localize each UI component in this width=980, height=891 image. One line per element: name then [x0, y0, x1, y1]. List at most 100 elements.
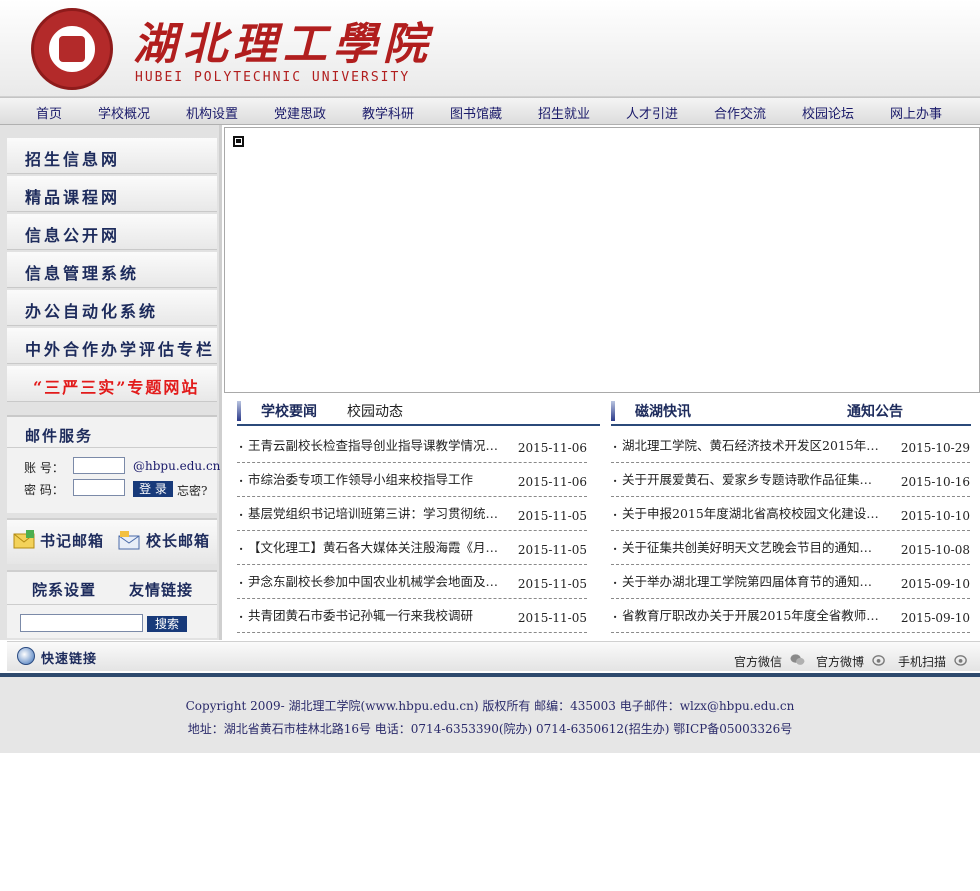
news-header: 学校要闻 校园动态 — [237, 396, 600, 426]
news-title[interactable]: 关于申报2015年度湖北省高校校园文化建设… — [622, 503, 892, 522]
news-item[interactable]: . 湖北理工学院、黄石经济技术开发区2015年… 2015-10-29 — [611, 429, 970, 463]
news-title[interactable]: 关于征集共创美好明天文艺晚会节目的通知… — [622, 537, 892, 556]
news-item[interactable]: . 关于开展爱黄石、爱家乡专题诗歌作品征集… 2015-10-16 — [611, 463, 970, 497]
tab-cihu-news[interactable]: 磁湖快讯 — [635, 401, 691, 421]
sidebar-item-label: 信息管理系统 — [25, 264, 140, 283]
weibo-icon — [872, 655, 885, 666]
official-wechat-link[interactable]: 官方微信 — [734, 653, 782, 670]
friend-links-link[interactable]: 友情链接 — [129, 579, 193, 600]
envelope-icon — [118, 531, 140, 550]
envelope-icon — [13, 530, 35, 549]
news-item[interactable]: . 共青团黄石市委书记孙辄一行来我校调研 2015-11-05 — [237, 599, 587, 633]
bullet: . — [613, 471, 618, 485]
sidebar-item-label: 办公自动化系统 — [25, 302, 159, 321]
president-mailbox-link[interactable]: 校长邮箱 — [146, 530, 210, 551]
nav-item-admissions[interactable]: 招生就业 — [538, 103, 590, 122]
header-accent — [237, 401, 241, 421]
news-item[interactable]: . 关于举办湖北理工学院第四届体育节的通知… 2015-09-10 — [611, 565, 970, 599]
news-title[interactable]: 关于开展爱黄石、爱家乡专题诗歌作品征集… — [622, 469, 892, 488]
news-title[interactable]: 王青云副校长检查指导创业指导课教学情况… — [248, 435, 518, 454]
seal-mark — [59, 36, 85, 62]
sidebar-item-courses[interactable]: 精品课程网 — [7, 176, 217, 212]
news-title[interactable]: 共青团黄石市委书记孙辄一行来我校调研 — [248, 605, 518, 624]
nav-item-teaching[interactable]: 教学科研 — [362, 103, 414, 122]
sidebar-item-three-strict[interactable]: “三严三实”专题网站 — [7, 366, 217, 402]
banner-area — [224, 127, 980, 393]
news-item[interactable]: . 王青云副校长检查指导创业指导课教学情况… 2015-11-06 — [237, 429, 587, 463]
news-header: 磁湖快讯 通知公告 — [611, 396, 971, 426]
tab-campus-news[interactable]: 校园动态 — [347, 401, 403, 421]
broken-image-icon — [233, 136, 244, 147]
news-item[interactable]: . 尹念东副校长参加中国农业机械学会地面及… 2015-11-05 — [237, 565, 587, 599]
nav-item-home[interactable]: 首页 — [36, 103, 62, 122]
forgot-password-link[interactable]: 忘密? — [177, 482, 207, 499]
header-accent — [611, 401, 615, 421]
news-title[interactable]: 【文化理工】黄石各大媒体关注殷海霞《月… — [248, 537, 518, 556]
search-input[interactable] — [20, 614, 143, 632]
left-sidebar: 招生信息网 精品课程网 信息公开网 信息管理系统 办公自动化系统 中外合作办学评… — [0, 125, 222, 640]
news-item[interactable]: . 基层党组织书记培训班第三讲：学习贯彻统… 2015-11-05 — [237, 497, 587, 531]
news-title[interactable]: 基层党组织书记培训班第三讲：学习贯彻统… — [248, 503, 518, 522]
sidebar-item-info-disclosure[interactable]: 信息公开网 — [7, 214, 217, 250]
bullet: . — [239, 437, 244, 451]
bullet: . — [239, 573, 244, 587]
mail-login-panel: 邮件服务 账 号： @hbpu.edu.cn 密 码： 登 录 忘密? — [7, 415, 220, 513]
news-date: 2015-11-05 — [517, 577, 587, 591]
nav-item-organization[interactable]: 机构设置 — [186, 103, 238, 122]
bullet: . — [613, 437, 618, 451]
login-button[interactable]: 登 录 — [133, 481, 173, 497]
news-date: 2015-11-05 — [517, 509, 587, 523]
news-date: 2015-10-16 — [900, 475, 970, 489]
sidebar-item-joint-education[interactable]: 中外合作办学评估专栏 — [7, 328, 217, 364]
official-weibo-link[interactable]: 官方微博 — [816, 653, 864, 670]
bullet: . — [613, 607, 618, 621]
site-subtitle: HUBEI POLYTECHNIC UNIVERSITY — [135, 70, 411, 85]
nav-item-online-service[interactable]: 网上办事 — [890, 103, 942, 122]
nav-item-talent[interactable]: 人才引进 — [626, 103, 678, 122]
news-title[interactable]: 尹念东副校长参加中国农业机械学会地面及… — [248, 571, 518, 590]
account-input[interactable] — [73, 457, 125, 474]
bullet: . — [613, 573, 618, 587]
tab-school-news[interactable]: 学校要闻 — [261, 401, 317, 421]
nav-item-party[interactable]: 党建思政 — [274, 103, 326, 122]
search-button[interactable]: 搜索 — [147, 616, 187, 632]
bullet: . — [613, 539, 618, 553]
mobile-scan-link[interactable]: 手机扫描 — [898, 653, 946, 670]
weibo-icon — [954, 655, 967, 666]
nav-item-forum[interactable]: 校园论坛 — [802, 103, 854, 122]
news-date: 2015-11-06 — [517, 441, 587, 455]
tab-notices[interactable]: 通知公告 — [847, 401, 903, 421]
sidebar-item-label: “三严三实”专题网站 — [33, 378, 200, 397]
news-item[interactable]: . 省教育厅职改办关于开展2015年度全省教师… 2015-09-10 — [611, 599, 970, 633]
news-title[interactable]: 市综治委专项工作领导小组来校指导工作 — [248, 469, 518, 488]
nav-item-cooperation[interactable]: 合作交流 — [714, 103, 766, 122]
password-input[interactable] — [73, 479, 125, 496]
bullet: . — [613, 505, 618, 519]
news-item[interactable]: . 【文化理工】黄石各大媒体关注殷海霞《月… 2015-11-05 — [237, 531, 587, 565]
nav-item-library[interactable]: 图书馆藏 — [450, 103, 502, 122]
sidebar-item-office-automation[interactable]: 办公自动化系统 — [7, 290, 217, 326]
departments-link[interactable]: 院系设置 — [32, 579, 96, 600]
news-date: 2015-09-10 — [900, 611, 970, 625]
department-links-panel: 院系设置 友情链接 搜索 — [7, 570, 217, 638]
news-item[interactable]: . 关于申报2015年度湖北省高校校园文化建设… 2015-10-10 — [611, 497, 970, 531]
news-item[interactable]: . 关于征集共创美好明天文艺晚会节目的通知… 2015-10-08 — [611, 531, 970, 565]
bullet: . — [239, 505, 244, 519]
news-item[interactable]: . 市综治委专项工作领导小组来校指导工作 2015-11-06 — [237, 463, 587, 497]
university-seal-logo[interactable] — [31, 8, 113, 90]
sidebar-item-label: 信息公开网 — [25, 226, 121, 245]
news-date: 2015-10-29 — [900, 441, 970, 455]
news-title[interactable]: 湖北理工学院、黄石经济技术开发区2015年… — [622, 435, 892, 454]
mail-title: 邮件服务 — [25, 427, 94, 445]
news-date: 2015-10-08 — [900, 543, 970, 557]
school-news-panel: 学校要闻 校园动态 . 王青云副校长检查指导创业指导课教学情况… 2015-11-0… — [237, 396, 600, 640]
sidebar-item-label: 中外合作办学评估专栏 — [25, 340, 216, 359]
secretary-mailbox-link[interactable]: 书记邮箱 — [40, 530, 104, 551]
sidebar-item-info-management[interactable]: 信息管理系统 — [7, 252, 217, 288]
site-title[interactable]: 湖北理工學院 — [133, 8, 433, 72]
sidebar-item-admissions-web[interactable]: 招生信息网 — [7, 138, 217, 174]
nav-item-overview[interactable]: 学校概况 — [98, 103, 150, 122]
news-title[interactable]: 关于举办湖北理工学院第四届体育节的通知… — [622, 571, 892, 590]
news-title[interactable]: 省教育厅职改办关于开展2015年度全省教师… — [622, 605, 892, 624]
news-date: 2015-11-05 — [517, 611, 587, 625]
